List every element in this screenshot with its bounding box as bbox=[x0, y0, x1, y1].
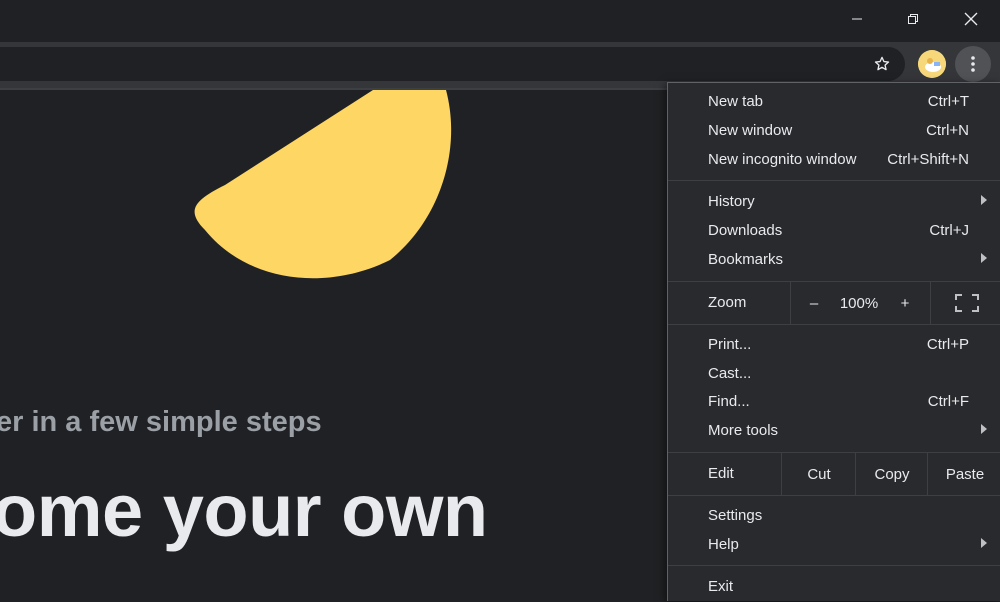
profile-avatar[interactable] bbox=[918, 50, 946, 78]
minimize-icon bbox=[852, 18, 862, 20]
address-bar[interactable] bbox=[0, 47, 905, 81]
menu-item-cast[interactable]: Cast... bbox=[668, 360, 1000, 389]
title-bar bbox=[0, 0, 1000, 42]
zoom-level: 100% bbox=[839, 294, 879, 312]
fullscreen-icon bbox=[954, 294, 979, 312]
submenu-arrow-icon bbox=[981, 538, 987, 548]
menu-item-find[interactable]: Find... Ctrl+F bbox=[668, 388, 1000, 417]
restore-button[interactable] bbox=[890, 0, 936, 38]
fullscreen-button[interactable] bbox=[930, 282, 1000, 324]
menu-item-more-tools[interactable]: More tools bbox=[668, 417, 1000, 446]
page-subtitle: er in a few simple steps bbox=[0, 406, 322, 438]
chrome-menu-button[interactable] bbox=[955, 46, 991, 82]
submenu-arrow-icon bbox=[981, 253, 987, 263]
minimize-button[interactable] bbox=[834, 0, 880, 38]
menu-divider bbox=[668, 180, 1000, 181]
menu-divider bbox=[668, 495, 1000, 496]
menu-item-new-incognito-window[interactable]: New incognito window Ctrl+Shift+N bbox=[668, 146, 1000, 175]
menu-item-exit[interactable]: Exit bbox=[668, 573, 1000, 602]
restore-icon bbox=[908, 14, 918, 24]
submenu-arrow-icon bbox=[981, 195, 987, 205]
menu-item-downloads[interactable]: Downloads Ctrl+J bbox=[668, 217, 1000, 246]
illustration-half-circle bbox=[194, 90, 452, 279]
close-button[interactable] bbox=[948, 0, 994, 38]
copy-button[interactable]: Copy bbox=[855, 453, 928, 495]
menu-divider bbox=[668, 565, 1000, 566]
menu-item-history[interactable]: History bbox=[668, 188, 1000, 217]
star-icon bbox=[874, 56, 890, 71]
menu-item-settings[interactable]: Settings bbox=[668, 502, 1000, 531]
chrome-menu: New tab Ctrl+T New window Ctrl+N New inc… bbox=[667, 82, 1000, 601]
menu-divider bbox=[668, 324, 1000, 325]
bookmark-star-button[interactable] bbox=[866, 47, 898, 81]
zoom-out-button[interactable]: – bbox=[790, 282, 837, 324]
zoom-row: Zoom – 100% + bbox=[668, 282, 1000, 324]
avatar-icon bbox=[918, 50, 946, 78]
menu-item-bookmarks[interactable]: Bookmarks bbox=[668, 246, 1000, 275]
paste-button[interactable]: Paste bbox=[927, 453, 1000, 495]
menu-item-help[interactable]: Help bbox=[668, 531, 1000, 560]
edit-row: Edit Cut Copy Paste bbox=[668, 453, 1000, 495]
menu-item-print[interactable]: Print... Ctrl+P bbox=[668, 331, 1000, 360]
zoom-in-button[interactable]: + bbox=[882, 282, 928, 324]
menu-item-new-tab[interactable]: New tab Ctrl+T bbox=[668, 88, 1000, 117]
cut-button[interactable]: Cut bbox=[781, 453, 856, 495]
page-headline: ome your own bbox=[0, 469, 488, 552]
kebab-icon bbox=[971, 56, 975, 72]
menu-item-new-window[interactable]: New window Ctrl+N bbox=[668, 117, 1000, 146]
close-icon bbox=[964, 12, 978, 26]
submenu-arrow-icon bbox=[981, 424, 987, 434]
